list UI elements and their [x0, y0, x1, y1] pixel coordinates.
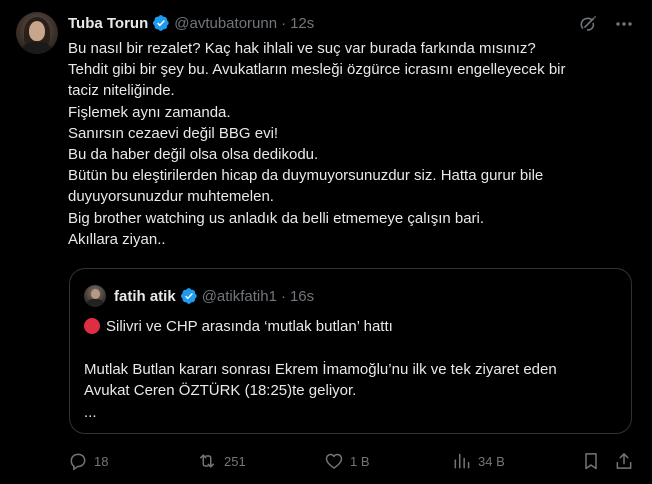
like-button[interactable]: 1 B	[324, 451, 370, 471]
more-icon[interactable]	[614, 14, 634, 34]
heart-icon	[325, 453, 343, 469]
avatar-face	[29, 21, 45, 41]
like-count: 1 B	[350, 453, 370, 469]
quoted-text-line-content: Silivri ve CHP arasında ‘mutlak butlan’ …	[106, 318, 393, 335]
views-button[interactable]: 34 B	[452, 451, 505, 471]
tweet-timestamp[interactable]: 12s	[290, 15, 314, 32]
quoted-author-avatar	[84, 285, 106, 307]
author-display-name[interactable]: Tuba Torun	[68, 15, 148, 32]
quoted-tweet-text: Silivri ve CHP arasında ‘mutlak butlan’ …	[84, 316, 619, 423]
verified-badge-icon[interactable]	[152, 14, 170, 32]
quoted-author-handle: @atikfatih1	[201, 287, 277, 305]
red-circle-icon	[84, 318, 100, 334]
quoted-author-display-name: fatih atik	[114, 287, 176, 305]
avatar-body	[22, 42, 52, 54]
quoted-tweet-timestamp: 16s	[289, 287, 315, 305]
quoted-text-line	[84, 337, 619, 358]
separator-dot: ·	[280, 287, 286, 305]
tweet-text-line: Sanırsın cezaevi değil BBG evi!	[68, 124, 279, 142]
quoted-tweet[interactable]: fatih atik @atikfatih1 · 16s Silivri ve …	[69, 268, 632, 434]
share-icon	[616, 453, 632, 469]
avatar-face	[91, 289, 100, 299]
tweet-top-actions	[578, 14, 634, 34]
quoted-text-line: Silivri ve CHP arasında ‘mutlak butlan’ …	[84, 316, 619, 337]
tweet-text-line: taciz niteliğinde.	[68, 82, 175, 100]
views-count: 34 B	[478, 453, 505, 469]
repost-icon	[200, 454, 214, 468]
reply-icon	[70, 453, 86, 471]
quoted-text-line: Avukat Ceren ÖZTÜRK (18:25)te geliyor.	[84, 382, 357, 400]
repost-button[interactable]: 251	[196, 451, 246, 471]
quoted-text-line: ...	[84, 403, 97, 421]
share-button[interactable]	[614, 451, 634, 471]
tweet-text-line: Tehdit gibi bir şey bu. Avukatların mesl…	[68, 61, 566, 79]
tweet-text-line: Fişlemek aynı zamanda.	[68, 103, 231, 121]
tweet-action-bar: 18 251 1 B 34 B	[62, 450, 642, 472]
bookmark-button[interactable]	[581, 451, 601, 471]
author-handle[interactable]: @avtubatorunn	[174, 15, 277, 32]
analytics-icon	[454, 453, 470, 469]
grok-icon[interactable]	[578, 14, 598, 34]
bookmark-icon	[585, 453, 597, 470]
tweet-text-line: Big brother watching us anladık da belli…	[68, 209, 485, 227]
quoted-text-line: Mutlak Butlan kararı sonrası Ekrem İmamo…	[84, 360, 557, 378]
tweet-text-line: duyuyorsunuzdur muhtemelen.	[68, 188, 274, 206]
tweet-text: Bu nasıl bir rezalet? Kaç hak ihlali ve …	[68, 38, 636, 250]
tweet-text-line: Akıllara ziyan..	[68, 230, 166, 248]
verified-badge-icon	[180, 287, 198, 305]
tweet-text-line: Bu nasıl bir rezalet? Kaç hak ihlali ve …	[68, 40, 536, 57]
tweet-card[interactable]: Tuba Torun @avtubatorunn · 12s Bu nasıl …	[0, 0, 652, 484]
tweet-text-line: Bütün bu eleştirilerden hicap da duymuyo…	[68, 167, 544, 185]
tweet-header: Tuba Torun @avtubatorunn · 12s	[68, 13, 314, 33]
repost-count: 251	[224, 453, 246, 469]
separator-dot: ·	[281, 14, 287, 32]
author-avatar[interactable]	[16, 12, 58, 54]
avatar-body	[87, 299, 103, 307]
reply-button[interactable]: 18	[68, 451, 108, 471]
reply-count: 18	[94, 453, 109, 469]
quoted-tweet-header: fatih atik @atikfatih1 · 16s	[114, 287, 314, 305]
tweet-text-line: Bu da haber değil olsa olsa dedikodu.	[68, 146, 319, 164]
